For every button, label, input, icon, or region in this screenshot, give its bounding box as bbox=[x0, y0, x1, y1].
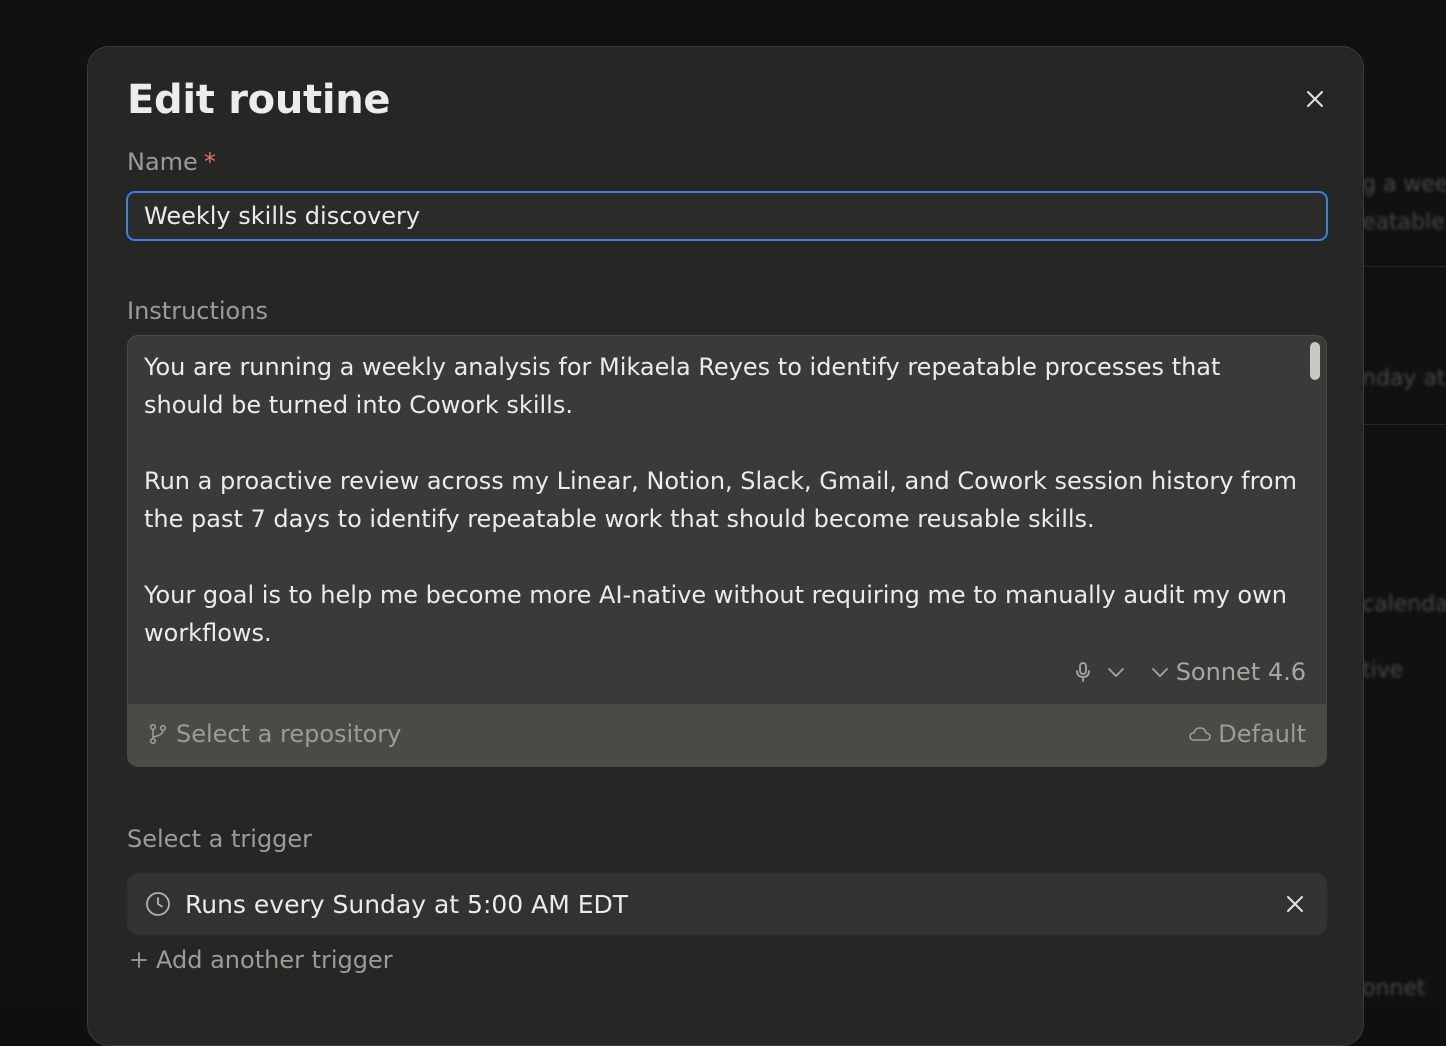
git-branch-icon bbox=[148, 723, 168, 745]
background-text: eatable bbox=[1362, 210, 1445, 235]
trigger-item[interactable]: Runs every Sunday at 5:00 AM EDT bbox=[127, 873, 1327, 935]
add-trigger-button[interactable]: Add another trigger bbox=[130, 946, 393, 974]
instructions-scrollbar[interactable] bbox=[1310, 342, 1320, 380]
clock-icon bbox=[145, 891, 171, 917]
background-text: onnet bbox=[1362, 976, 1426, 1001]
model-selector[interactable]: Sonnet 4.6 bbox=[1150, 658, 1306, 686]
close-button[interactable] bbox=[1300, 84, 1330, 114]
trigger-label: Select a trigger bbox=[127, 825, 312, 853]
name-label-text: Name bbox=[127, 148, 198, 176]
close-icon bbox=[1286, 895, 1304, 913]
background-text: tive bbox=[1362, 658, 1403, 683]
name-label: Name* bbox=[127, 148, 216, 176]
background-text: g a weel bbox=[1362, 172, 1446, 197]
name-input[interactable] bbox=[126, 191, 1328, 241]
add-trigger-label: Add another trigger bbox=[156, 946, 393, 974]
edit-routine-dialog: Edit routine Name* Instructions You are … bbox=[87, 46, 1364, 1046]
required-marker: * bbox=[204, 148, 216, 176]
background-divider bbox=[1362, 424, 1446, 425]
cloud-icon bbox=[1188, 725, 1212, 743]
plus-icon bbox=[130, 951, 148, 969]
editor-footer: Select a repository Default bbox=[128, 704, 1326, 767]
instructions-label: Instructions bbox=[127, 297, 268, 325]
background-divider bbox=[1362, 266, 1446, 267]
chevron-down-icon bbox=[1106, 665, 1126, 679]
microphone-button[interactable] bbox=[1074, 661, 1092, 683]
dictation-options-button[interactable] bbox=[1106, 665, 1126, 679]
remove-trigger-button[interactable] bbox=[1281, 890, 1309, 918]
microphone-icon bbox=[1074, 661, 1092, 683]
trigger-schedule: Runs every Sunday at 5:00 AM EDT bbox=[185, 890, 628, 919]
background-text: nday at bbox=[1362, 366, 1446, 391]
close-icon bbox=[1305, 89, 1325, 109]
repository-placeholder: Select a repository bbox=[176, 720, 401, 748]
background-text: calenda bbox=[1362, 592, 1446, 617]
chevron-down-icon bbox=[1150, 665, 1170, 679]
editor-toolbar: Sonnet 4.6 bbox=[1074, 658, 1306, 686]
instructions-text[interactable]: You are running a weekly analysis for Mi… bbox=[144, 348, 1304, 652]
dialog-title: Edit routine bbox=[127, 77, 390, 123]
select-repository-button[interactable]: Select a repository bbox=[148, 720, 401, 748]
model-name: Sonnet 4.6 bbox=[1176, 658, 1306, 686]
environment-name: Default bbox=[1218, 720, 1306, 748]
environment-selector[interactable]: Default bbox=[1188, 720, 1306, 748]
instructions-editor[interactable]: You are running a weekly analysis for Mi… bbox=[127, 335, 1327, 767]
